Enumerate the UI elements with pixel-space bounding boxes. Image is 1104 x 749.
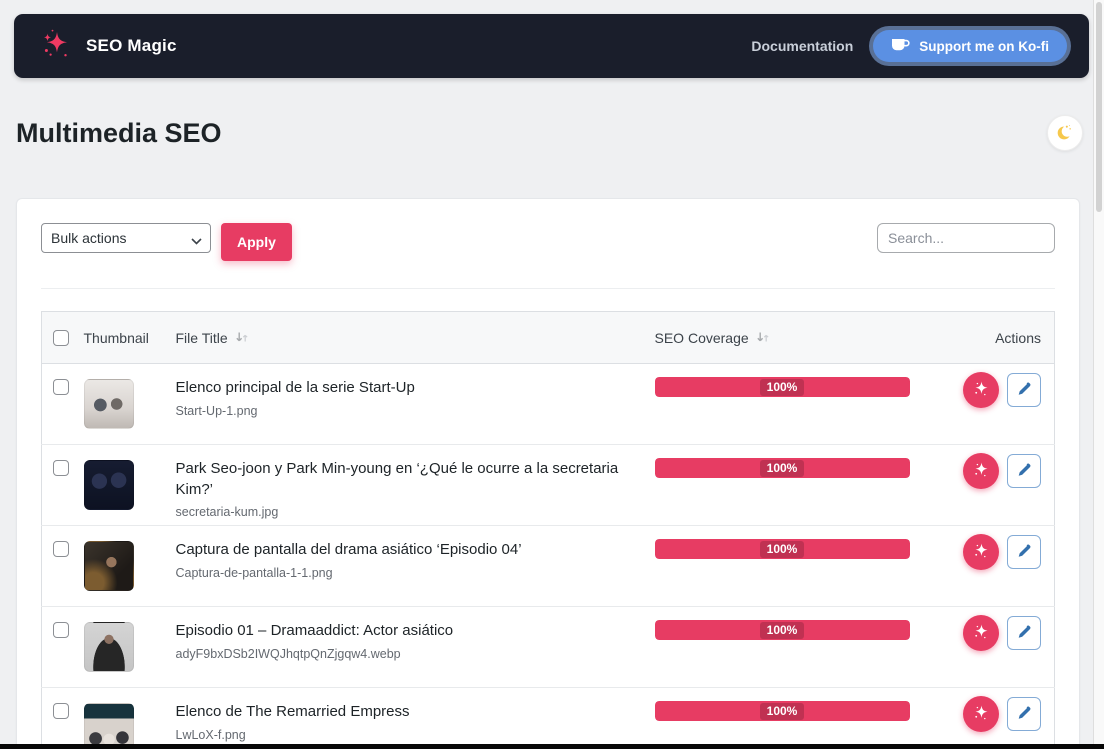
file-title: Elenco principal de la serie Start-Up bbox=[176, 378, 639, 398]
sparkle-icon bbox=[971, 379, 991, 402]
header-seo-coverage: SEO Coverage bbox=[655, 330, 749, 346]
page-title: Multimedia SEO bbox=[16, 118, 222, 149]
pencil-icon bbox=[1016, 624, 1032, 643]
table-row: Captura de pantalla del drama asiático ‘… bbox=[42, 526, 1055, 607]
table-row: Elenco de The Remarried Empress LwLoX-f.… bbox=[42, 688, 1055, 749]
kofi-button-label: Support me on Ko-fi bbox=[919, 39, 1049, 54]
file-title: Episodio 01 – Dramaaddict: Actor asiátic… bbox=[176, 621, 639, 641]
coverage-label: 100% bbox=[760, 622, 805, 639]
edit-button[interactable] bbox=[1007, 697, 1041, 731]
toolbar: Bulk actions Apply bbox=[41, 223, 1055, 261]
coverage-progress-bar: 100% bbox=[655, 377, 910, 397]
table-header-row: Thumbnail File Title bbox=[42, 312, 1055, 364]
coverage-label: 100% bbox=[760, 460, 805, 477]
coverage-progress-bar: 100% bbox=[655, 539, 910, 559]
file-name: secretaria-kum.jpg bbox=[176, 505, 639, 519]
brand-name: SEO Magic bbox=[86, 36, 177, 56]
apply-button[interactable]: Apply bbox=[221, 223, 292, 261]
table-row: Episodio 01 – Dramaaddict: Actor asiátic… bbox=[42, 607, 1055, 688]
header-actions: Actions bbox=[927, 312, 1055, 364]
toolbar-divider bbox=[41, 288, 1055, 289]
generate-seo-button[interactable] bbox=[963, 615, 999, 651]
brand: SEO Magic bbox=[38, 26, 177, 67]
row-checkbox[interactable] bbox=[53, 541, 69, 557]
documentation-link[interactable]: Documentation bbox=[751, 38, 853, 54]
file-title: Captura de pantalla del drama asiático ‘… bbox=[176, 540, 639, 560]
sort-icon[interactable] bbox=[756, 331, 770, 344]
file-name: Captura-de-pantalla-1-1.png bbox=[176, 566, 639, 580]
thumbnail-image bbox=[84, 541, 134, 591]
coverage-progress-bar: 100% bbox=[655, 458, 910, 478]
header-file-title: File Title bbox=[176, 330, 228, 346]
file-name: Start-Up-1.png bbox=[176, 404, 639, 418]
row-checkbox[interactable] bbox=[53, 460, 69, 476]
header-thumbnail: Thumbnail bbox=[84, 312, 176, 364]
edit-button[interactable] bbox=[1007, 373, 1041, 407]
edit-button[interactable] bbox=[1007, 535, 1041, 569]
sparkle-icon bbox=[971, 541, 991, 564]
generate-seo-button[interactable] bbox=[963, 696, 999, 732]
pencil-icon bbox=[1016, 462, 1032, 481]
coverage-progress-bar: 100% bbox=[655, 620, 910, 640]
coverage-progress-bar: 100% bbox=[655, 701, 910, 721]
navbar: SEO Magic Documentation Support me on Ko… bbox=[14, 14, 1089, 78]
sparkle-icon bbox=[971, 703, 991, 726]
file-name: LwLoX-f.png bbox=[176, 728, 639, 742]
kofi-support-button[interactable]: Support me on Ko-fi bbox=[873, 30, 1067, 62]
bulk-actions-select[interactable]: Bulk actions bbox=[41, 223, 211, 253]
thumbnail-image bbox=[84, 622, 134, 672]
coverage-label: 100% bbox=[760, 379, 805, 396]
edit-button[interactable] bbox=[1007, 454, 1041, 488]
bulk-actions-select-wrap: Bulk actions bbox=[41, 223, 211, 253]
page-head: Multimedia SEO bbox=[16, 115, 1083, 151]
table-row: Park Seo-joon y Park Min-young en ‘¿Qué … bbox=[42, 445, 1055, 526]
sparkle-icon bbox=[971, 460, 991, 483]
file-title: Park Seo-joon y Park Min-young en ‘¿Qué … bbox=[176, 459, 639, 500]
sparkle-icon bbox=[971, 622, 991, 645]
browser-scrollbar[interactable] bbox=[1093, 0, 1104, 749]
thumbnail-image bbox=[84, 703, 134, 749]
coffee-cup-icon bbox=[891, 38, 910, 55]
pencil-icon bbox=[1016, 705, 1032, 724]
pencil-icon bbox=[1016, 381, 1032, 400]
table-body: Elenco principal de la serie Start-Up St… bbox=[42, 364, 1055, 749]
dark-mode-toggle[interactable] bbox=[1047, 115, 1083, 151]
scrollbar-thumb[interactable] bbox=[1096, 2, 1102, 212]
file-title: Elenco de The Remarried Empress bbox=[176, 702, 639, 722]
sparkle-logo-icon bbox=[38, 26, 74, 67]
media-list-card: Bulk actions Apply Thumbnail bbox=[16, 198, 1080, 749]
sort-icon[interactable] bbox=[235, 331, 249, 344]
generate-seo-button[interactable] bbox=[963, 534, 999, 570]
file-name: adyF9bxDSb2IWQJhqtpQnZjgqw4.webp bbox=[176, 647, 639, 661]
coverage-label: 100% bbox=[760, 541, 805, 558]
pencil-icon bbox=[1016, 543, 1032, 562]
coverage-label: 100% bbox=[760, 703, 805, 720]
row-checkbox[interactable] bbox=[53, 379, 69, 395]
select-all-checkbox[interactable] bbox=[53, 330, 69, 346]
window-bottom-edge bbox=[0, 744, 1104, 749]
edit-button[interactable] bbox=[1007, 616, 1041, 650]
search-input[interactable] bbox=[877, 223, 1055, 253]
row-checkbox[interactable] bbox=[53, 703, 69, 719]
thumbnail-image bbox=[84, 460, 134, 510]
navbar-right: Documentation Support me on Ko-fi bbox=[751, 30, 1067, 62]
table-row: Elenco principal de la serie Start-Up St… bbox=[42, 364, 1055, 445]
page-content: SEO Magic Documentation Support me on Ko… bbox=[0, 14, 1093, 749]
generate-seo-button[interactable] bbox=[963, 372, 999, 408]
row-checkbox[interactable] bbox=[53, 622, 69, 638]
thumbnail-image bbox=[84, 379, 134, 429]
generate-seo-button[interactable] bbox=[963, 453, 999, 489]
media-table: Thumbnail File Title bbox=[41, 311, 1055, 749]
moon-icon bbox=[1054, 121, 1076, 146]
